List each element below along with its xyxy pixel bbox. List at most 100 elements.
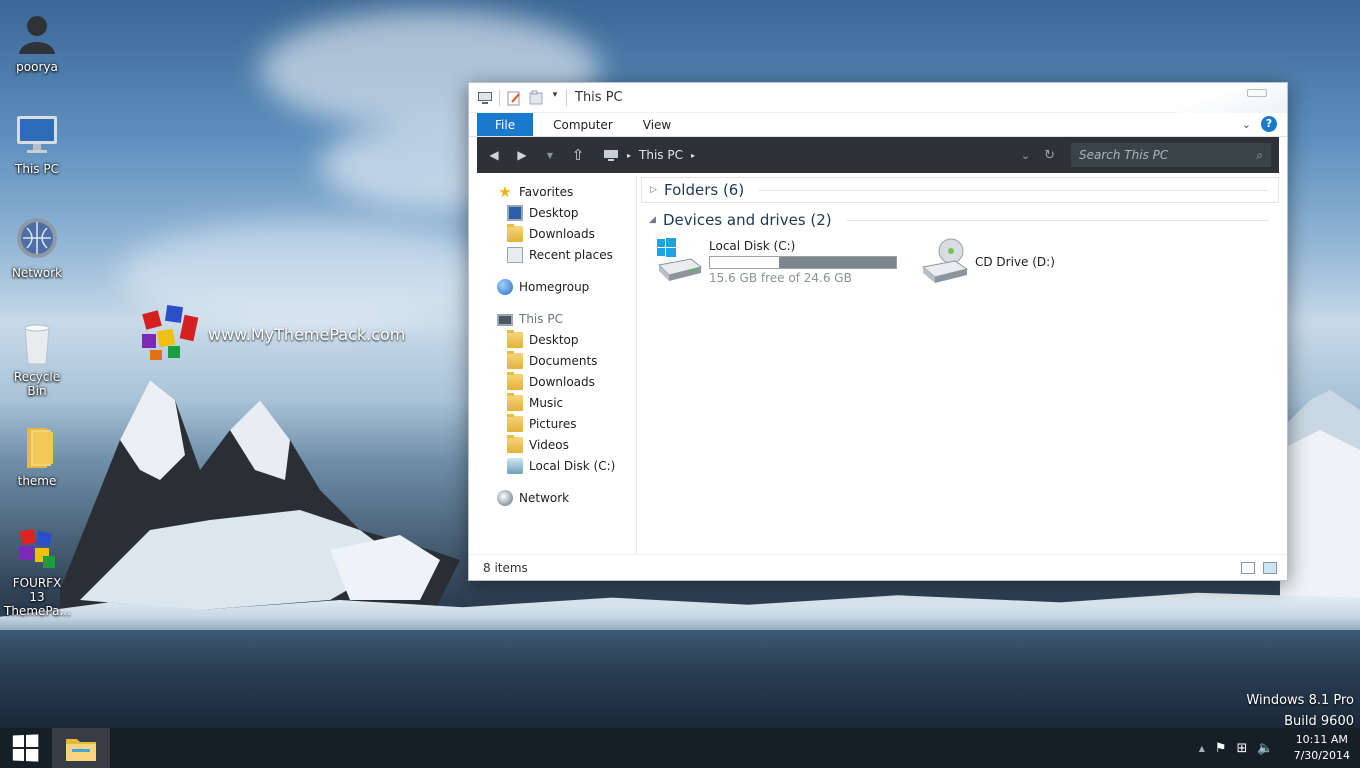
nav-pc-music[interactable]: Music <box>477 392 636 413</box>
cd-drive-icon <box>921 237 969 285</box>
nav-this-pc[interactable]: This PC <box>477 308 636 329</box>
large-icons-view-icon[interactable] <box>1263 562 1277 574</box>
wallpaper-mountains-right <box>1280 390 1360 610</box>
drive-cd-d[interactable]: CD Drive (D:) <box>921 237 1175 285</box>
downloads-folder-icon <box>507 371 523 390</box>
nav-label: Local Disk (C:) <box>529 458 616 473</box>
help-icon[interactable]: ? <box>1261 116 1277 132</box>
drive-info: Local Disk (C:) 15.6 GB free of 24.6 GB <box>709 237 897 285</box>
network-status-icon[interactable]: ⊞ <box>1237 741 1248 756</box>
monitor-icon <box>13 112 61 160</box>
music-folder-icon <box>507 392 523 411</box>
desktop-icon-network[interactable]: Network <box>4 216 70 280</box>
this-pc-icon[interactable] <box>477 90 493 106</box>
drive-local-disk-c[interactable]: Local Disk (C:) 15.6 GB free of 24.6 GB <box>655 237 909 285</box>
drive-name: Local Disk (C:) <box>709 239 796 253</box>
network-globe-icon <box>13 216 61 264</box>
action-center-flag-icon[interactable]: ⚑ <box>1215 741 1227 756</box>
nav-network[interactable]: Network <box>477 487 636 508</box>
nav-label: Favorites <box>519 184 574 199</box>
wallpaper-sea <box>0 630 1360 728</box>
window-controls <box>1177 83 1287 113</box>
drive-free-space: 15.6 GB free of 24.6 GB <box>709 271 852 285</box>
desktop-icon-theme-folder[interactable]: theme <box>4 424 70 488</box>
breadcrumb-this-pc[interactable]: This PC <box>639 148 683 162</box>
search-input[interactable]: Search This PC <box>1079 148 1168 162</box>
desktop-icon-user[interactable]: poorya <box>4 10 70 74</box>
title-separator <box>499 89 500 106</box>
recent-places-icon <box>507 246 523 263</box>
expand-ribbon-icon[interactable]: ⌄ <box>1242 118 1251 131</box>
collapse-arrow-icon[interactable]: ◢ <box>649 215 657 225</box>
properties-icon[interactable] <box>506 90 522 106</box>
group-folders[interactable]: ▷ Folders (6) <box>641 177 1279 203</box>
details-view-icon[interactable] <box>1241 562 1255 574</box>
show-hidden-icons-icon[interactable]: ▲ <box>1199 744 1205 753</box>
search-icon[interactable]: ⌕ <box>1256 148 1263 163</box>
computer-icon <box>497 313 513 326</box>
start-button[interactable] <box>0 728 50 768</box>
tab-computer[interactable]: Computer <box>533 113 633 136</box>
nav-label: Downloads <box>529 374 595 389</box>
folder-icon <box>507 329 523 348</box>
theme-installer-icon <box>13 526 61 574</box>
nav-favorites[interactable]: ★ Favorites <box>477 181 636 202</box>
clock[interactable]: 10:11 AM 7/30/2014 <box>1294 732 1350 764</box>
nav-label: Homegroup <box>519 279 590 294</box>
nav-fav-recent-places[interactable]: Recent places <box>477 244 636 265</box>
back-button[interactable]: ◀ <box>485 148 503 162</box>
ribbon-right: ⌄ ? <box>1242 116 1277 132</box>
taskbar-file-explorer[interactable] <box>52 728 110 768</box>
windows-drive-icon <box>655 237 703 285</box>
os-edition: Windows 8.1 Pro <box>1246 693 1354 708</box>
system-tray: ▲ ⚑ ⊞ 🔈 10:11 AM 7/30/2014 <box>1199 732 1350 764</box>
tab-file[interactable]: File <box>477 113 534 136</box>
recycle-bin-icon <box>13 320 61 368</box>
nav-pc-downloads[interactable]: Downloads <box>477 371 636 392</box>
tab-view[interactable]: View <box>633 113 691 136</box>
address-dropdown-icon[interactable]: ⌄ <box>1021 149 1030 162</box>
folder-icon <box>13 424 61 472</box>
file-explorer-icon <box>66 739 96 761</box>
nav-pc-documents[interactable]: Documents <box>477 350 636 371</box>
group-title: Folders (6) <box>664 181 745 199</box>
desktop-icon-recycle-bin[interactable]: Recycle Bin <box>4 320 70 398</box>
nav-fav-downloads[interactable]: Downloads <box>477 223 636 244</box>
nav-label: Network <box>519 490 570 505</box>
ribbon: File Computer View ⌄ ? <box>469 113 1287 137</box>
expand-arrow-icon[interactable]: ▷ <box>650 185 658 195</box>
group-devices[interactable]: ◢ Devices and drives (2) <box>641 207 1279 233</box>
title-bar[interactable]: ▾ This PC <box>469 83 1287 113</box>
nav-pc-videos[interactable]: Videos <box>477 434 636 455</box>
drive-info: CD Drive (D:) <box>975 237 1055 269</box>
minimize-button[interactable] <box>1247 89 1267 97</box>
nav-fav-desktop[interactable]: Desktop <box>477 202 636 223</box>
up-button[interactable]: ⇧ <box>569 146 587 164</box>
volume-icon[interactable]: 🔈 <box>1257 741 1273 756</box>
nav-pc-local-disk[interactable]: Local Disk (C:) <box>477 455 636 476</box>
breadcrumb-chevron-icon[interactable]: ▸ <box>691 151 695 160</box>
os-watermark: Windows 8.1 Pro Build 9600 <box>1246 690 1354 732</box>
nav-homegroup[interactable]: Homegroup <box>477 276 636 297</box>
pictures-folder-icon <box>507 413 523 432</box>
qat-dropdown-icon[interactable]: ▾ <box>550 90 560 106</box>
content-pane: ▷ Folders (6) ◢ Devices and drives (2) L… <box>637 175 1279 572</box>
documents-folder-icon <box>507 350 523 369</box>
desktop-icon-label: theme <box>17 474 57 488</box>
desktop-icon-this-pc[interactable]: This PC <box>4 112 70 176</box>
address-bar[interactable]: ▸ This PC ▸ ⌄ ↻ <box>597 143 1061 167</box>
explorer-window[interactable]: ▾ This PC File Computer View ⌄ ? ◀ ▶ ▼ ⇧… <box>468 82 1288 581</box>
nav-pc-desktop[interactable]: Desktop <box>477 329 636 350</box>
forward-button[interactable]: ▶ <box>513 148 531 162</box>
refresh-icon[interactable]: ↻ <box>1044 148 1055 163</box>
recent-locations-icon[interactable]: ▼ <box>541 151 559 160</box>
search-box[interactable]: Search This PC ⌕ <box>1071 143 1271 167</box>
desktop-icon <box>507 204 523 221</box>
new-folder-icon[interactable] <box>528 90 544 106</box>
desktop-icon-fourfx[interactable]: FOURFX 13 ThemePa... <box>4 526 71 618</box>
title-separator <box>566 89 567 106</box>
nav-pc-pictures[interactable]: Pictures <box>477 413 636 434</box>
item-count: 8 items <box>483 560 528 575</box>
nav-label: Recent places <box>529 247 613 262</box>
brand-watermark: www.MyThemePack.com <box>138 302 405 366</box>
